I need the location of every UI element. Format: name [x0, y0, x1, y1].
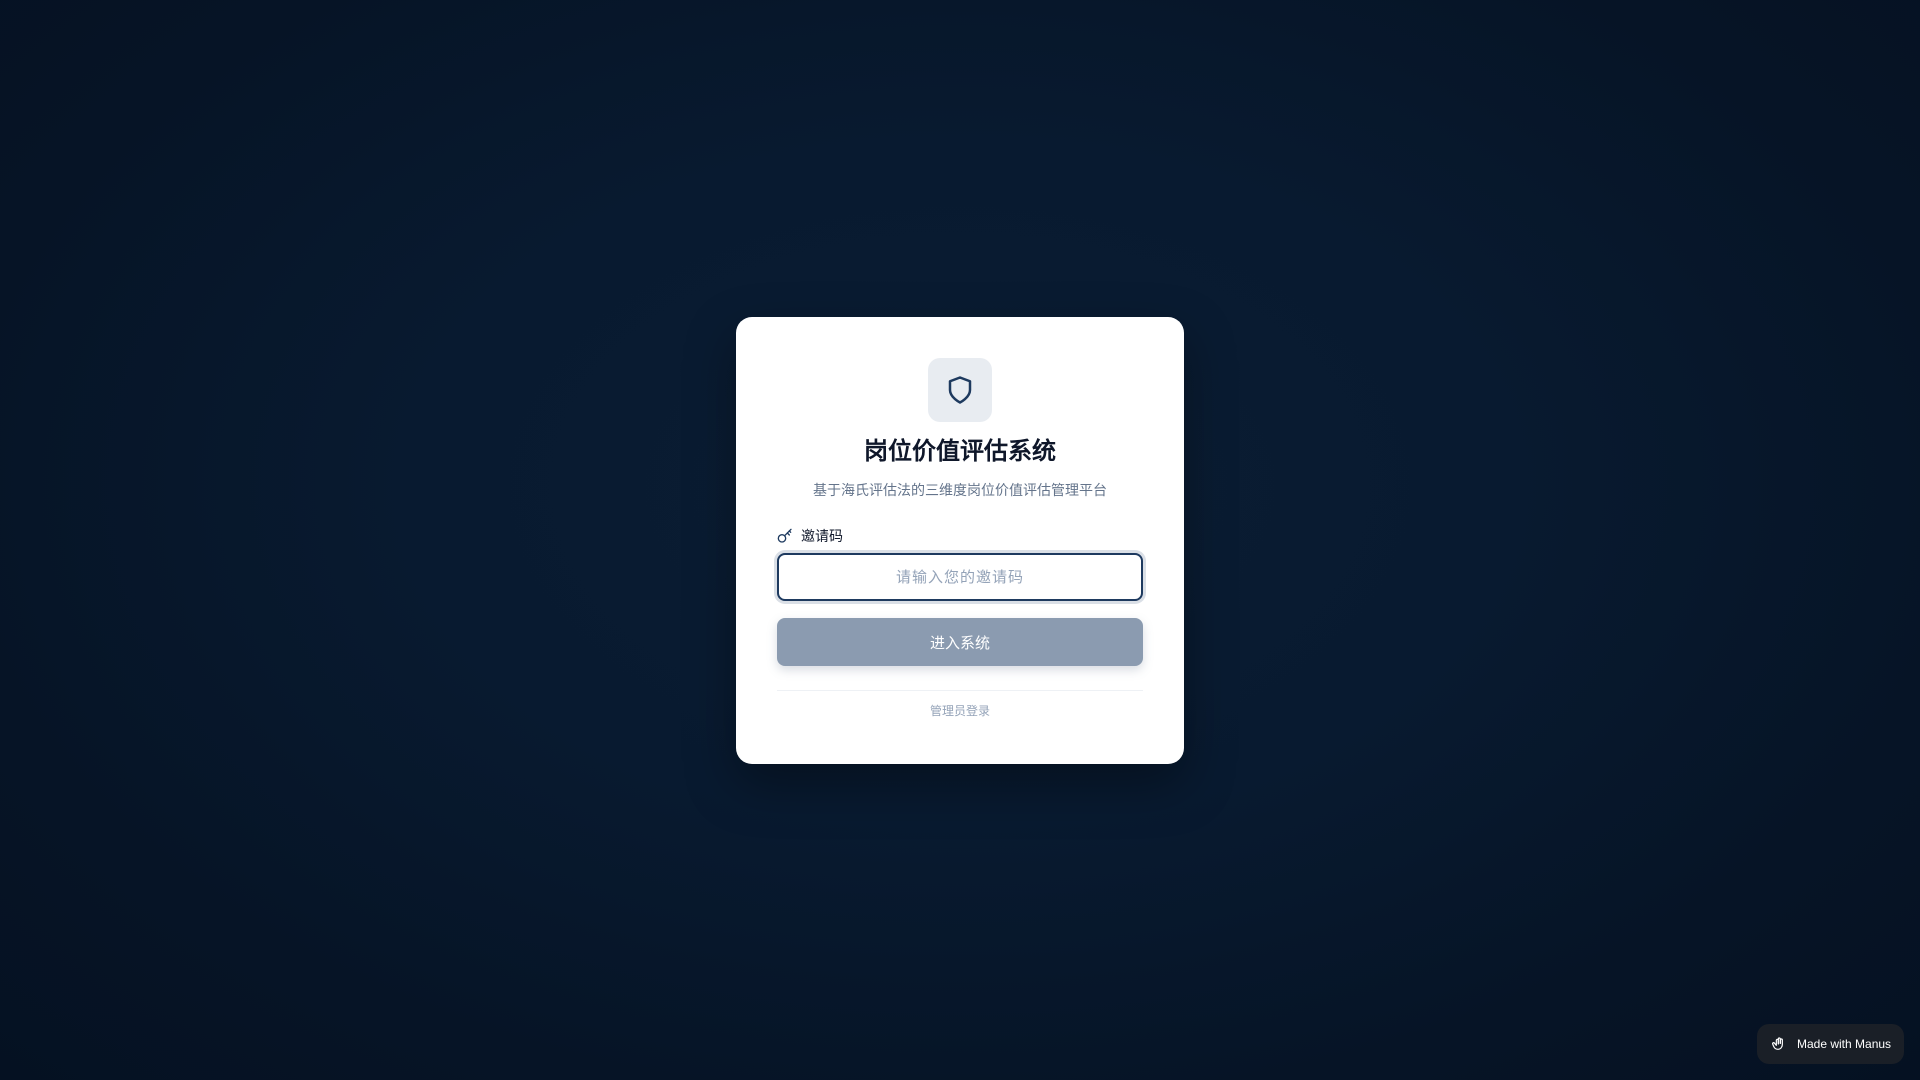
invite-code-label: 邀请码 [777, 526, 843, 546]
shield-icon [945, 375, 975, 405]
page-subtitle: 基于海氏评估法的三维度岗位价值评估管理平台 [813, 483, 1107, 499]
enter-system-button[interactable]: 进入系统 [777, 618, 1143, 666]
made-with-manus-badge[interactable]: Made with Manus [1757, 1024, 1904, 1064]
divider [777, 690, 1143, 691]
admin-login-link[interactable]: 管理员登录 [736, 702, 1184, 720]
page-title: 岗位价值评估系统 [864, 437, 1056, 465]
logo-box [928, 358, 992, 422]
invite-code-input[interactable] [779, 555, 1141, 599]
badge-label: Made with Manus [1797, 1037, 1892, 1051]
manus-hand-icon [1771, 1036, 1787, 1052]
invite-code-input-wrapper [777, 553, 1143, 601]
key-icon [777, 528, 793, 544]
login-card: 岗位价值评估系统 基于海氏评估法的三维度岗位价值评估管理平台 邀请码 进入系统 … [736, 317, 1184, 764]
invite-code-label-text: 邀请码 [801, 529, 843, 545]
